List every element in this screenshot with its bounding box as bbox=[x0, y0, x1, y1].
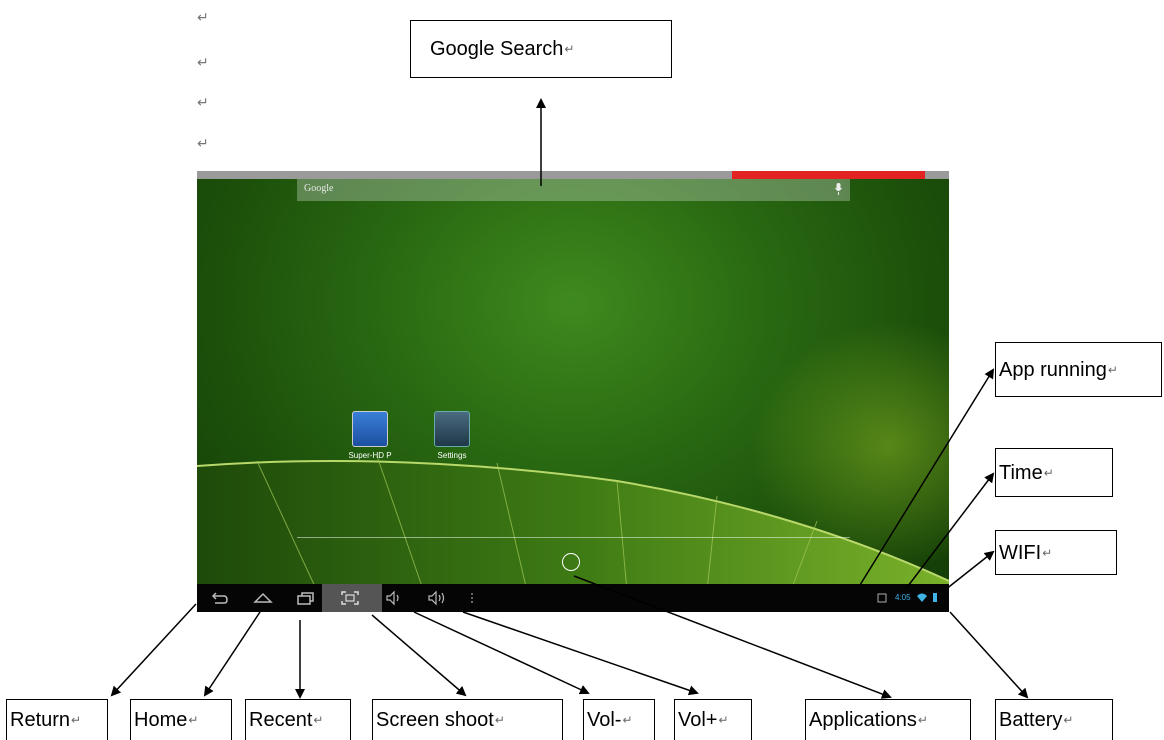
settings-icon bbox=[434, 411, 470, 447]
vol-plus-callout: Vol+ ↵ bbox=[674, 699, 752, 740]
volume-down-icon[interactable] bbox=[385, 590, 403, 606]
callout-text: Google Search bbox=[430, 38, 564, 60]
google-search-bar[interactable]: Google bbox=[297, 179, 850, 201]
callout-text: Time bbox=[999, 461, 1043, 484]
callout-text: Vol+ bbox=[678, 709, 718, 731]
time-callout: Time ↵ bbox=[995, 448, 1113, 497]
callout-text: Screen shoot bbox=[376, 709, 494, 731]
return-callout: Return ↵ bbox=[6, 699, 108, 740]
app-super-hd[interactable]: Super-HD P bbox=[340, 411, 400, 460]
recent-callout: Recent ↵ bbox=[245, 699, 351, 740]
wifi-icon bbox=[917, 593, 927, 602]
callout-text: Applications bbox=[809, 709, 917, 731]
screenshot-icon[interactable] bbox=[340, 590, 360, 606]
android-screen: Google Super-HD P Settings 4:05 bbox=[197, 171, 949, 612]
applications-callout: Applications ↵ bbox=[805, 699, 971, 740]
battery-icon bbox=[933, 593, 937, 602]
callout-text: Recent bbox=[249, 709, 313, 731]
paragraph-mark: ↵ bbox=[197, 9, 209, 25]
paragraph-mark: ↵ bbox=[197, 135, 209, 151]
volume-up-icon[interactable] bbox=[427, 590, 447, 606]
recent-apps-icon[interactable] bbox=[296, 590, 316, 606]
app-label: Super-HD P bbox=[348, 451, 392, 460]
callout-text: Vol- bbox=[587, 709, 622, 731]
callout-text: WIFI bbox=[999, 541, 1042, 564]
home-icon[interactable] bbox=[253, 590, 273, 606]
battery-callout: Battery ↵ bbox=[995, 699, 1113, 740]
vol-minus-callout: Vol- ↵ bbox=[583, 699, 655, 740]
video-player-icon bbox=[352, 411, 388, 447]
google-search-callout: Google Search ↵ bbox=[410, 20, 672, 78]
screen-shoot-callout: Screen shoot ↵ bbox=[372, 699, 563, 740]
home-callout: Home ↵ bbox=[130, 699, 232, 740]
back-icon[interactable] bbox=[209, 590, 229, 606]
app-settings[interactable]: Settings bbox=[422, 411, 482, 460]
callout-text: App running bbox=[999, 358, 1107, 381]
menu-dots-icon[interactable] bbox=[469, 590, 475, 606]
dock-divider bbox=[297, 537, 850, 538]
callout-text: Return bbox=[10, 709, 71, 731]
status-bar bbox=[197, 171, 949, 179]
paragraph-mark: ↵ bbox=[197, 94, 209, 110]
all-apps-icon[interactable] bbox=[562, 553, 580, 571]
clock-time: 4:05 bbox=[895, 593, 911, 602]
callout-text: Battery bbox=[999, 709, 1063, 731]
app-running-icon[interactable] bbox=[877, 590, 887, 606]
callout-text: Home bbox=[134, 709, 188, 731]
search-label: Google bbox=[304, 183, 334, 194]
mic-icon[interactable] bbox=[835, 183, 842, 195]
paragraph-mark: ↵ bbox=[197, 54, 209, 70]
app-label: Settings bbox=[437, 451, 467, 460]
navigation-bar: 4:05 bbox=[197, 584, 949, 612]
app-running-callout: App running ↵ bbox=[995, 342, 1162, 397]
wifi-callout: WIFI ↵ bbox=[995, 530, 1117, 575]
